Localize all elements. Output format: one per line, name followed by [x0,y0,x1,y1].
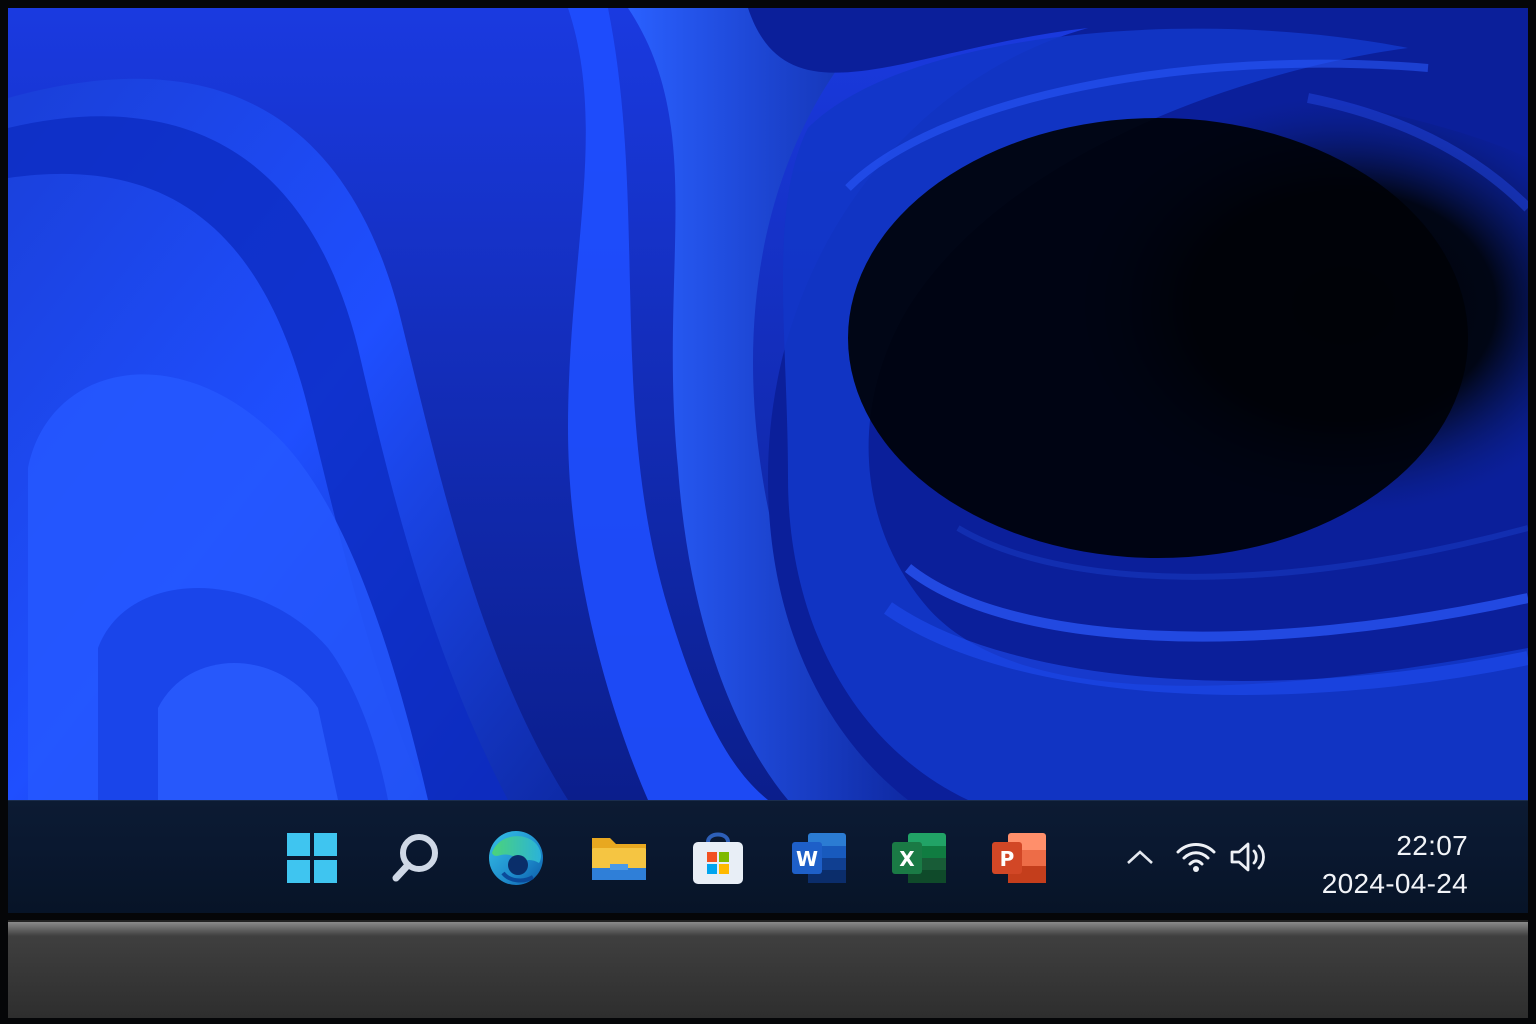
clock-date: 2024-04-24 [1321,868,1468,899]
monitor-screen: W X P 22:07 2024-04-24 [8,8,1528,913]
taskbar: W X P 22:07 2024-04-24 [8,800,1528,913]
file-explorer-taskbar-button[interactable] [588,827,650,889]
powerpoint-letter: P [1000,847,1015,871]
clock[interactable]: 22:07 2024-04-24 [1322,827,1468,903]
photo-frame: W X P 22:07 2024-04-24 [0,0,1536,1024]
volume-icon [1230,842,1265,872]
folder-icon [592,838,646,880]
monitor-bezel [8,920,1528,1018]
clock-time: 22:07 [1396,830,1468,861]
word-taskbar-button[interactable]: W [788,827,850,889]
desktop-wallpaper [8,8,1528,800]
volume-button[interactable] [1228,837,1272,877]
powerpoint-icon: P [992,833,1046,883]
windows-logo-icon [287,833,337,883]
search-button[interactable] [385,827,447,889]
chevron-up-icon [1127,850,1153,864]
network-button[interactable] [1174,837,1218,877]
wifi-icon [1176,843,1216,872]
show-hidden-icons-button[interactable] [1118,837,1162,877]
search-icon [392,834,438,882]
excel-taskbar-button[interactable]: X [888,827,950,889]
microsoft-store-taskbar-button[interactable] [687,827,749,889]
store-icon [693,832,743,884]
excel-letter: X [899,847,915,871]
word-icon: W [792,833,846,883]
bloom-wallpaper-art [8,8,1528,800]
start-button[interactable] [281,827,343,889]
word-letter: W [796,847,818,871]
excel-icon: X [892,833,946,883]
powerpoint-taskbar-button[interactable]: P [988,827,1050,889]
edge-icon [489,831,543,885]
edge-taskbar-button[interactable] [485,827,547,889]
